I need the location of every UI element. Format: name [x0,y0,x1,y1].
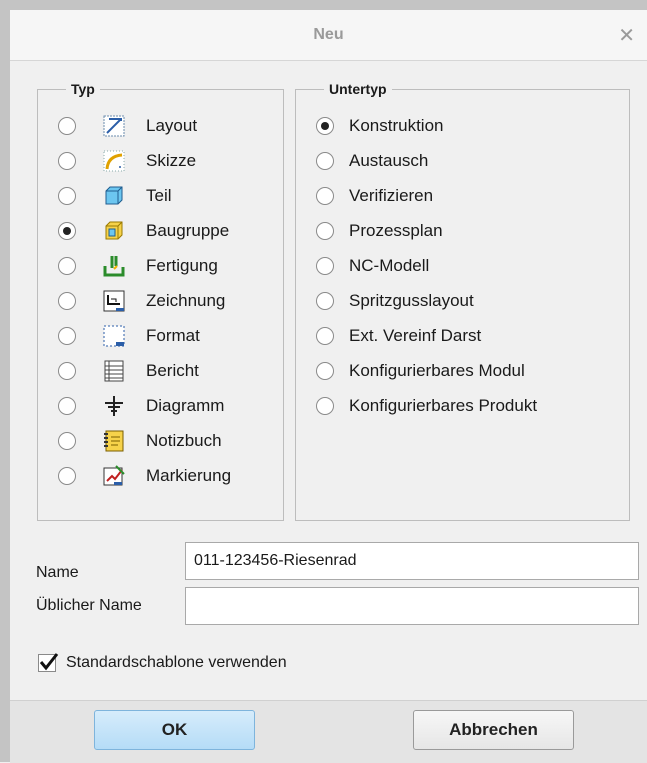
typ-radio[interactable] [58,397,76,415]
untertyp-option-4[interactable]: Prozessplan [316,213,443,249]
untertyp-radio[interactable] [316,327,334,345]
untertyp-option-label: NC-Modell [349,256,430,275]
window-frame-top [0,0,647,10]
untertyp-option-label: Austausch [349,151,429,170]
common-name-label: Üblicher Name [36,597,142,614]
title-bar[interactable]: Neu ✕ [10,10,647,61]
close-icon[interactable]: ✕ [618,23,635,48]
typ-radio[interactable] [58,222,76,240]
typ-option-label: Format [146,326,200,345]
typ-option-label: Zeichnung [146,291,226,310]
untertyp-option-label: Verifizieren [349,186,434,205]
untertyp-radio[interactable] [316,152,334,170]
untertyp-option-9[interactable]: Konfigurierbares Produkt [316,388,537,424]
typ-option-label: Baugruppe [146,221,230,240]
typ-option-notizbuch[interactable]: Notizbuch [58,423,222,459]
typ-option-fertigung[interactable]: Fertigung [58,248,218,284]
window-frame-left [0,0,10,762]
typ-legend: Typ [66,81,100,97]
report-icon [102,359,126,383]
typ-radio[interactable] [58,362,76,380]
typ-radio[interactable] [58,467,76,485]
untertyp-radio[interactable] [316,292,334,310]
untertyp-option-8[interactable]: Konfigurierbares Modul [316,353,525,389]
ok-button[interactable]: OK [94,710,255,750]
typ-radio[interactable] [58,257,76,275]
typ-option-skizze[interactable]: Skizze [58,143,196,179]
name-label: Name [36,564,79,581]
typ-radio[interactable] [58,152,76,170]
untertyp-radio[interactable] [316,257,334,275]
typ-option-format[interactable]: Format [58,318,200,354]
untertyp-radio[interactable] [316,397,334,415]
dialog-title: Neu [313,26,344,43]
template-checkbox[interactable] [38,653,59,672]
notebook-icon [102,429,126,453]
layout-icon [102,114,126,138]
typ-option-bericht[interactable]: Bericht [58,353,199,389]
typ-radio[interactable] [58,432,76,450]
untertyp-option-label: Prozessplan [349,221,443,240]
drawing-icon [102,289,126,313]
typ-option-label: Diagramm [146,396,225,415]
untertyp-option-label: Ext. Vereinf Darst [349,326,482,345]
format-icon [102,324,126,348]
untertyp-radio[interactable] [316,362,334,380]
untertyp-option-label: Spritzgusslayout [349,291,474,310]
typ-option-label: Bericht [146,361,199,380]
typ-option-baugruppe[interactable]: Baugruppe [58,213,229,249]
typ-radio[interactable] [58,292,76,310]
sketch-icon [102,149,126,173]
untertyp-radio[interactable] [316,222,334,240]
typ-option-label: Layout [146,116,198,135]
untertyp-option-1[interactable]: Konstruktion [316,108,444,144]
typ-option-diagramm[interactable]: Diagramm [58,388,224,424]
typ-radio[interactable] [58,327,76,345]
typ-radio[interactable] [58,117,76,135]
typ-option-label: Markierung [146,466,232,485]
typ-option-layout[interactable]: Layout [58,108,197,144]
template-checkbox-label: Standardschablone verwenden [66,654,287,671]
assembly-icon [102,219,126,243]
untertyp-legend: Untertyp [324,81,392,97]
untertyp-option-2[interactable]: Austausch [316,143,428,179]
untertyp-option-label: Konfigurierbares Modul [349,361,525,380]
typ-option-label: Fertigung [146,256,218,275]
untertyp-radio[interactable] [316,187,334,205]
typ-option-label: Teil [146,186,172,205]
checkmark-icon [39,653,59,671]
name-field[interactable] [185,542,639,580]
untertyp-option-7[interactable]: Ext. Vereinf Darst [316,318,481,354]
manufacturing-icon [102,254,126,278]
diagram-icon [102,394,126,418]
typ-option-label: Skizze [146,151,197,170]
typ-option-teil[interactable]: Teil [58,178,172,214]
untertyp-option-5[interactable]: NC-Modell [316,248,429,284]
typ-option-markierung[interactable]: Markierung [58,458,231,494]
typ-radio[interactable] [58,187,76,205]
common-name-field[interactable] [185,587,639,625]
typ-option-zeichnung[interactable]: Zeichnung [58,283,225,319]
untertyp-option-label: Konstruktion [349,116,444,135]
untertyp-option-3[interactable]: Verifizieren [316,178,433,214]
untertyp-option-6[interactable]: Spritzgusslayout [316,283,474,319]
markup-icon [102,464,126,488]
typ-option-label: Notizbuch [146,431,222,450]
untertyp-option-label: Konfigurierbares Produkt [349,396,538,415]
cancel-button[interactable]: Abbrechen [413,710,574,750]
part-icon [102,184,126,208]
untertyp-radio[interactable] [316,117,334,135]
